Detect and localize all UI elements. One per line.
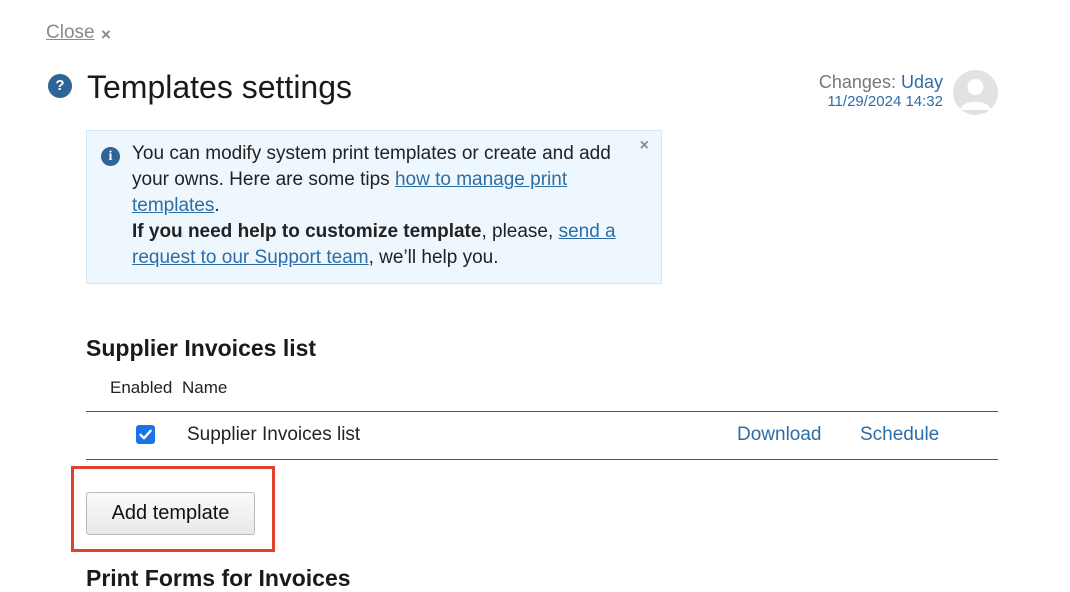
- changes-date: 11/29/2024 14:32: [827, 93, 943, 110]
- info-close-icon[interactable]: ×: [640, 137, 649, 155]
- info-line2-text: , please,: [481, 221, 559, 242]
- changes-line: Changes: Uday: [819, 71, 943, 93]
- info-icon: i: [101, 147, 120, 166]
- next-section-title: Print Forms for Invoices: [86, 565, 351, 591]
- checkmark-icon: [139, 429, 152, 440]
- enabled-checkbox[interactable]: [136, 425, 155, 444]
- info-line2-end: , we’ll help you.: [368, 247, 499, 268]
- section-title: Supplier Invoices list: [86, 335, 317, 361]
- avatar[interactable]: [953, 70, 998, 115]
- changes-info: Changes: Uday 11/29/2024 14:32: [819, 71, 943, 111]
- changes-label: Changes:: [818, 72, 896, 92]
- user-avatar-icon: [960, 79, 991, 110]
- table-divider: [86, 411, 998, 412]
- column-header-enabled: Enabled: [110, 378, 173, 397]
- add-template-button[interactable]: Add template: [86, 492, 255, 535]
- template-name: Supplier Invoices list: [187, 424, 361, 445]
- schedule-link[interactable]: Schedule: [860, 424, 939, 446]
- info-box: i × You can modify system print template…: [86, 130, 662, 284]
- download-link[interactable]: Download: [737, 424, 822, 446]
- close-link[interactable]: Close: [46, 22, 95, 44]
- close-icon[interactable]: ×: [101, 26, 111, 44]
- changes-user-link[interactable]: Uday: [901, 72, 943, 92]
- column-header-name: Name: [182, 378, 228, 397]
- info-line2-bold: If you need help to customize template: [132, 221, 482, 242]
- help-icon[interactable]: ?: [48, 74, 72, 98]
- info-text: You can modify system print templates or…: [132, 141, 632, 271]
- table-divider: [86, 459, 998, 460]
- page-title: Templates settings: [87, 69, 353, 105]
- info-line1-end: .: [214, 195, 220, 216]
